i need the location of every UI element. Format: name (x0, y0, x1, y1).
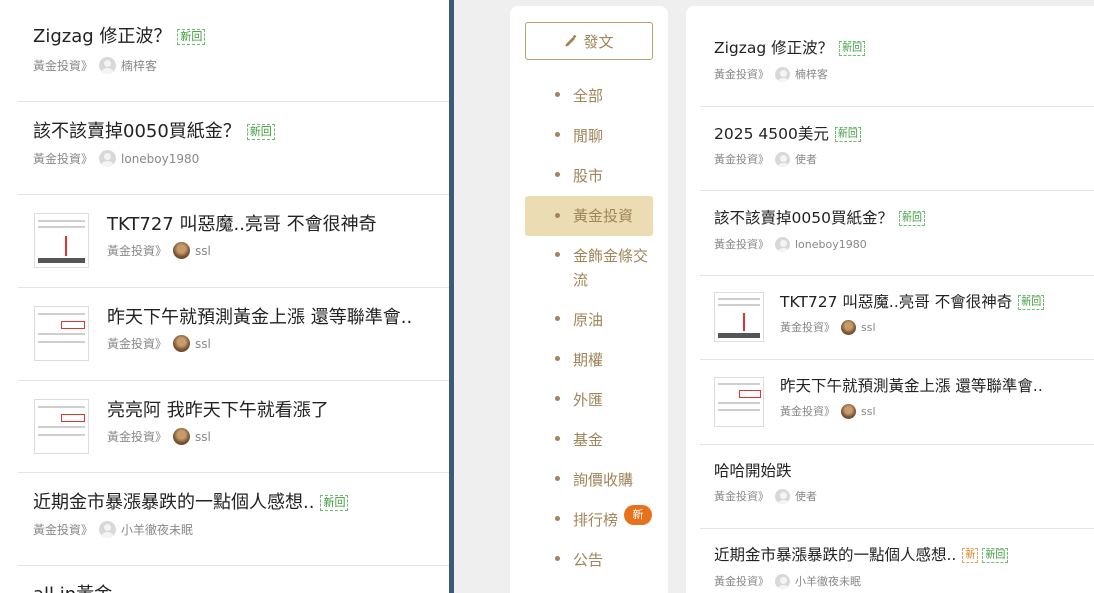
avatar (173, 242, 191, 259)
post-title[interactable]: 哈哈開始跌 (714, 459, 792, 481)
nav-item-chat[interactable]: 閒聊 (525, 124, 653, 148)
author-name[interactable]: 楠梓客 (795, 66, 828, 82)
list-item[interactable]: 近期金市暴漲暴跌的一點個人感想.. 新回 黃金投資》 小羊徹夜未眠 (18, 473, 449, 566)
post-title[interactable]: 近期金市暴漲暴跌的一點個人感想.. (33, 492, 314, 513)
author-name[interactable]: loneboy1980 (795, 238, 867, 251)
avatar (775, 236, 790, 252)
author-name[interactable]: ssl (861, 405, 876, 418)
pencil-icon (565, 34, 577, 47)
post-title[interactable]: 近期金市暴漲暴跌的一點個人感想.. (714, 546, 956, 564)
new-post-badge: 新 (962, 548, 979, 563)
avatar (775, 66, 790, 82)
author-name[interactable]: 楠梓客 (121, 57, 157, 74)
board-link[interactable]: 黃金投資》 (714, 66, 769, 82)
board-link[interactable]: 黃金投資》 (107, 428, 167, 445)
post-button[interactable]: 發文 (525, 22, 653, 60)
nav-item-quotes[interactable]: 詢價收購 (525, 468, 653, 492)
post-title[interactable]: 昨天下午就預測黃金上漲 還等聯準會.. (780, 374, 1043, 396)
avatar (775, 151, 790, 167)
author-name[interactable]: 小羊徹夜未眠 (121, 521, 193, 538)
board-link[interactable]: 黃金投資》 (33, 521, 93, 538)
new-reply-badge: 新回 (898, 211, 925, 226)
author-name[interactable]: loneboy1980 (121, 152, 199, 166)
avatar (841, 403, 856, 419)
board-link[interactable]: 黃金投資》 (33, 57, 93, 74)
list-item[interactable]: 亮亮阿 我昨天下午就看漲了 黃金投資》 ssl (18, 381, 449, 473)
list-item[interactable]: TKT727 叫惡魔..亮哥 不會很神奇 新回 黃金投資》 ssl (700, 276, 1094, 360)
board-link[interactable]: 黃金投資》 (714, 488, 769, 504)
nav-item-stocks[interactable]: 股市 (525, 164, 653, 188)
post-title[interactable]: TKT727 叫惡魔..亮哥 不會很神奇 (780, 293, 1012, 311)
post-title[interactable]: TKT727 叫惡魔..亮哥 不會很神奇 (107, 210, 377, 236)
new-reply-badge: 新回 (839, 41, 866, 56)
avatar (841, 319, 856, 335)
new-badge: 新 (624, 505, 652, 525)
avatar (775, 573, 790, 589)
post-thumbnail[interactable] (714, 377, 764, 427)
nav-item-jewelry[interactable]: 金飾金條交流 (525, 244, 653, 292)
board-nav: 發文 全部 閒聊 股市 黃金投資 金飾金條交流 原油 期權 外匯 基金 詢價收購… (510, 6, 668, 593)
nav-item-all[interactable]: 全部 (525, 84, 653, 108)
author-name[interactable]: ssl (195, 337, 211, 351)
post-thumbnail[interactable] (34, 213, 89, 268)
new-reply-badge: 新回 (177, 29, 206, 45)
post-thumbnail[interactable] (34, 399, 89, 454)
nav-item-oil[interactable]: 原油 (525, 308, 653, 332)
left-post-list: Zigzag 修正波？ 新回 黃金投資》 楠梓客 該不該賣掉0050買紙金？ 新回 黃… (0, 0, 449, 593)
list-item[interactable]: TKT727 叫惡魔..亮哥 不會很神奇 黃金投資》 ssl (18, 195, 449, 288)
list-item[interactable]: 2025 4500美元 新回 黃金投資》 使者 (700, 107, 1094, 191)
avatar (173, 335, 191, 352)
new-reply-badge: 新回 (320, 495, 349, 511)
list-item[interactable]: 該不該賣掉0050買紙金？ 新回 黃金投資》 loneboy1980 (18, 102, 449, 195)
nav-item-forex[interactable]: 外匯 (525, 388, 653, 412)
list-item[interactable]: 近期金市暴漲暴跌的一點個人感想.. 新新回 黃金投資》 小羊徹夜未眠 (700, 529, 1094, 593)
author-name[interactable]: 小羊徹夜未眠 (795, 573, 861, 589)
list-item[interactable]: Zigzag 修正波？ 新回 黃金投資》 楠梓客 (18, 0, 449, 102)
nav-item-gold[interactable]: 黃金投資 (525, 196, 653, 236)
nav-item-options[interactable]: 期權 (525, 348, 653, 372)
post-title[interactable]: 2025 4500美元 (714, 125, 829, 143)
list-item[interactable]: 哈哈開始跌 黃金投資》 使者 (700, 445, 1094, 529)
author-name[interactable]: ssl (195, 244, 211, 258)
post-title[interactable]: 亮亮阿 我昨天下午就看漲了 (107, 396, 329, 422)
board-link[interactable]: 黃金投資》 (33, 150, 93, 167)
avatar (775, 488, 790, 504)
post-title[interactable]: Zigzag 修正波？ (714, 39, 833, 57)
list-item[interactable]: 昨天下午就預測黃金上漲 還等聯準會.. 黃金投資》 ssl (700, 360, 1094, 445)
new-reply-badge: 新回 (246, 124, 275, 140)
board-link[interactable]: 黃金投資》 (107, 242, 167, 259)
avatar (99, 150, 117, 167)
board-link[interactable]: 黃金投資》 (714, 151, 769, 167)
post-title[interactable]: 昨天下午就預測黃金上漲 還等聯準會.. (107, 303, 412, 329)
new-reply-badge: 新回 (834, 127, 861, 142)
author-name[interactable]: 使者 (795, 151, 817, 167)
list-item[interactable]: 昨天下午就預測黃金上漲 還等聯準會.. 黃金投資》 ssl (18, 288, 449, 381)
list-item[interactable]: all in黃金 (18, 566, 449, 593)
new-reply-badge: 新回 (982, 548, 1009, 563)
author-name[interactable]: 使者 (795, 488, 817, 504)
author-name[interactable]: ssl (861, 321, 876, 334)
avatar (99, 521, 117, 538)
post-title[interactable]: 該不該賣掉0050買紙金？ (33, 121, 241, 142)
list-item[interactable]: Zigzag 修正波？ 新回 黃金投資》 楠梓客 (700, 6, 1094, 107)
post-thumbnail[interactable] (714, 292, 764, 342)
post-title[interactable]: Zigzag 修正波？ (33, 26, 171, 47)
board-link[interactable]: 黃金投資》 (714, 236, 769, 252)
avatar (173, 428, 191, 445)
author-name[interactable]: ssl (195, 430, 211, 444)
nav-item-funds[interactable]: 基金 (525, 428, 653, 452)
board-link[interactable]: 黃金投資》 (780, 319, 835, 335)
post-button-label: 發文 (583, 32, 614, 51)
list-item[interactable]: 該不該賣掉0050買紙金？ 新回 黃金投資》 loneboy1980 (700, 191, 1094, 276)
new-reply-badge: 新回 (1018, 295, 1045, 310)
nav-item-announcements[interactable]: 公告 (525, 548, 653, 572)
post-title[interactable]: all in黃金 (33, 580, 112, 593)
avatar (99, 57, 117, 74)
board-link[interactable]: 黃金投資》 (714, 573, 769, 589)
board-link[interactable]: 黃金投資》 (107, 335, 167, 352)
board-link[interactable]: 黃金投資》 (780, 403, 835, 419)
post-thumbnail[interactable] (34, 306, 89, 361)
post-title[interactable]: 該不該賣掉0050買紙金？ (714, 209, 893, 227)
